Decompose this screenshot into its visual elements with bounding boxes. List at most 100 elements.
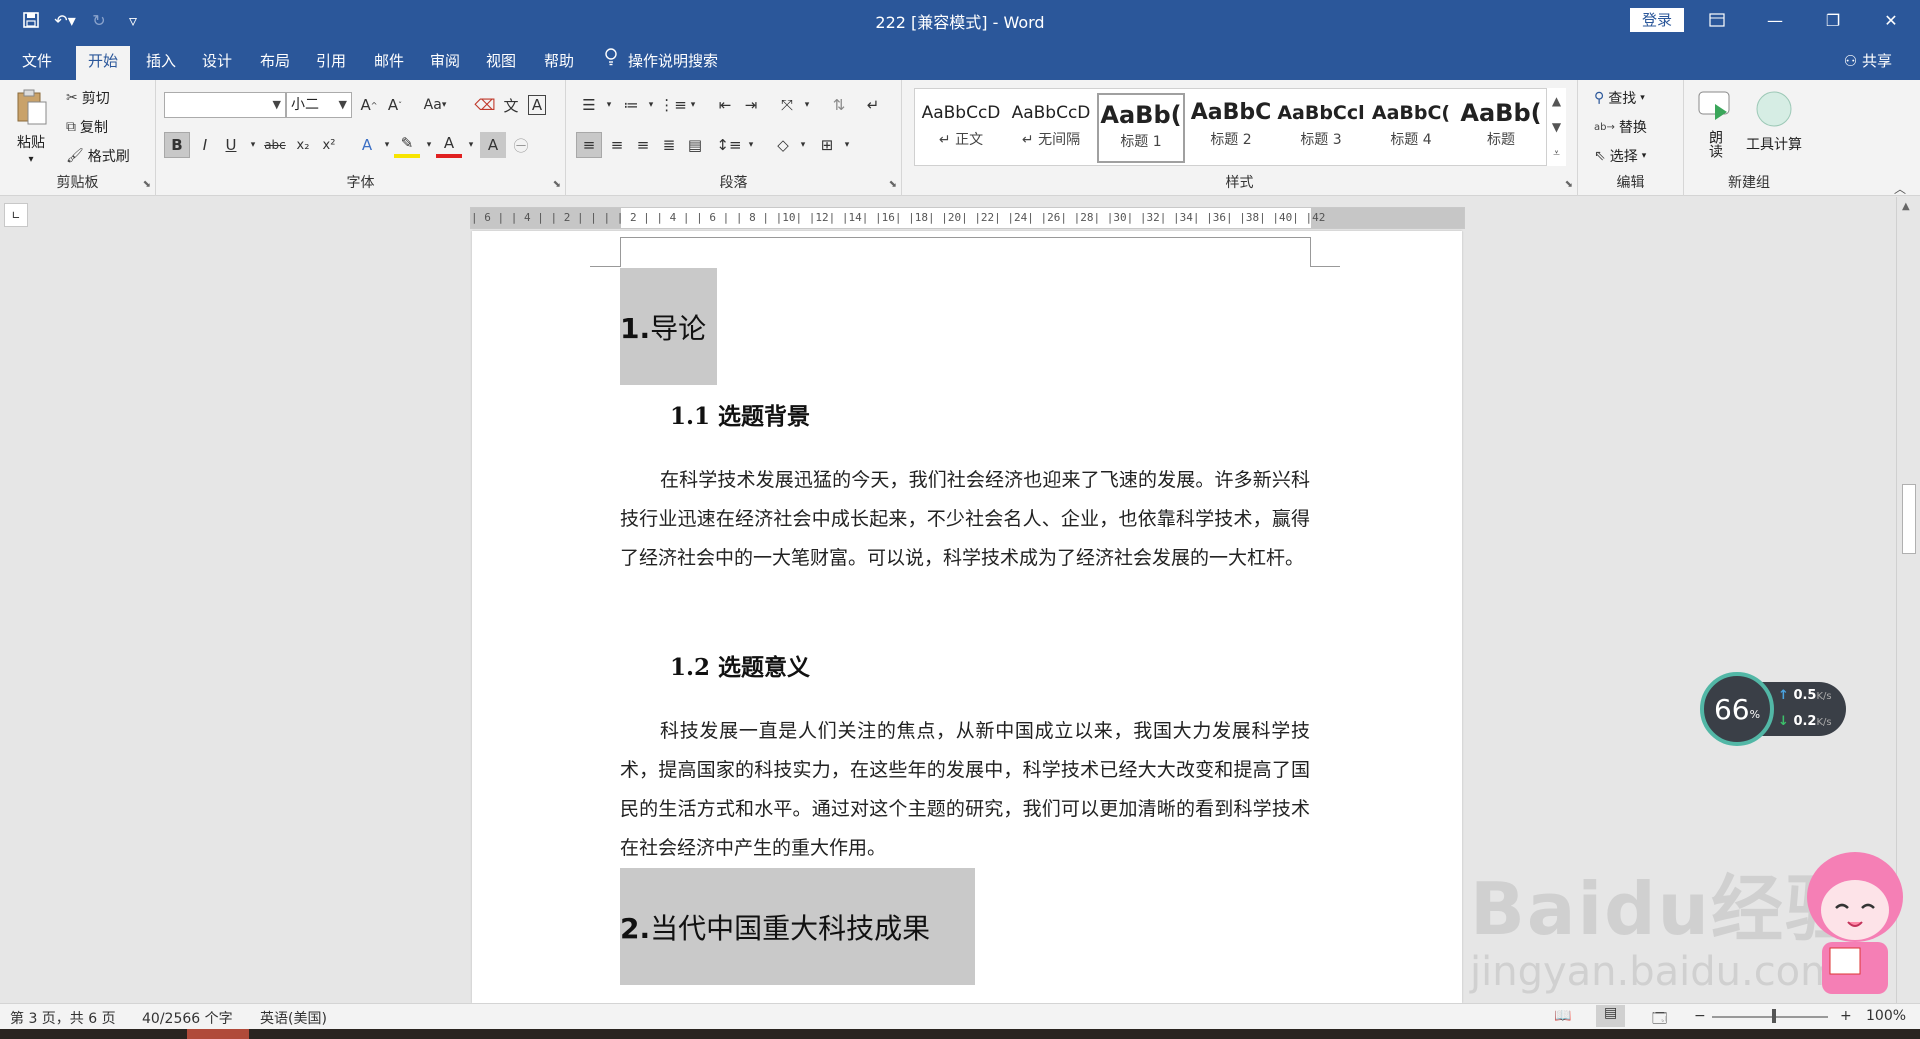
paragraph-significance[interactable]: 科技发展一直是人们关注的焦点，从新中国成立以来，我国大力发展科学技术，提高国家的… bbox=[620, 712, 1310, 868]
tab-design[interactable]: 设计 bbox=[192, 46, 242, 80]
find-button[interactable]: ⚲ 查找 ▾ bbox=[1594, 88, 1645, 108]
word-count[interactable]: 40/2566 个字 bbox=[142, 1008, 233, 1028]
tab-home[interactable]: 开始 bbox=[76, 46, 130, 80]
close-icon[interactable]: ✕ bbox=[1868, 0, 1914, 40]
replace-button[interactable]: ab→ 替换 bbox=[1594, 117, 1647, 137]
dialog-launcher-icon[interactable]: ⬊ bbox=[1565, 179, 1573, 190]
align-center-icon[interactable]: ≡ bbox=[604, 132, 630, 158]
chevron-down-icon[interactable]: ▾ bbox=[790, 132, 816, 158]
cut-button[interactable]: ✂ 剪切 bbox=[66, 88, 110, 108]
scroll-up-icon[interactable]: ▲ bbox=[1902, 201, 1910, 212]
page-count[interactable]: 第 3 页，共 6 页 bbox=[10, 1008, 116, 1028]
style-heading-1[interactable]: AaBb( 标题 1 bbox=[1097, 93, 1185, 163]
tab-layout[interactable]: 布局 bbox=[250, 46, 300, 80]
font-name-combo[interactable]: ▼ bbox=[164, 92, 286, 118]
heading-2-background[interactable]: 1.1 选题背景 bbox=[670, 397, 810, 431]
styles-scroll-up-icon[interactable]: ▲ bbox=[1546, 88, 1566, 114]
subscript-icon[interactable]: x₂ bbox=[290, 132, 316, 158]
heading-2-significance[interactable]: 1.2 选题意义 bbox=[670, 648, 810, 682]
tab-review[interactable]: 审阅 bbox=[420, 46, 470, 80]
grow-font-icon[interactable]: A ^ bbox=[356, 92, 382, 118]
tab-help[interactable]: 帮助 bbox=[534, 46, 584, 80]
document-page[interactable]: 1.导论 1.1 选题背景 在科学技术发展迅猛的今天，我们社会经济也迎来了飞速的… bbox=[472, 231, 1462, 1003]
superscript-icon[interactable]: x² bbox=[316, 132, 342, 158]
taskbar-active-app[interactable] bbox=[187, 1029, 249, 1039]
strikethrough-icon[interactable]: abc bbox=[262, 132, 288, 158]
tool-calc-button[interactable]: 工具计算 bbox=[1746, 90, 1802, 154]
zoom-level[interactable]: 100% bbox=[1866, 1008, 1906, 1024]
character-shading-icon[interactable]: A bbox=[480, 132, 506, 158]
select-button[interactable]: ⇖ 选择 ▾ bbox=[1594, 146, 1646, 166]
tab-file[interactable]: 文件 bbox=[12, 46, 62, 80]
justify-icon[interactable]: ≣ bbox=[656, 132, 682, 158]
clear-formatting-icon[interactable]: ⌫ bbox=[472, 92, 498, 118]
style-heading-2[interactable]: AaBbC 标题 2 bbox=[1187, 93, 1275, 163]
chevron-down-icon: ▼ bbox=[338, 98, 347, 111]
style-heading-3[interactable]: AaBbCcl 标题 3 bbox=[1277, 93, 1365, 163]
language[interactable]: 英语(美国) bbox=[260, 1008, 327, 1028]
zoom-slider-thumb[interactable] bbox=[1772, 1009, 1776, 1023]
character-border-icon[interactable]: A bbox=[524, 92, 550, 118]
enclose-characters-icon[interactable]: ㊀ bbox=[508, 132, 534, 158]
style-name: 标题 3 bbox=[1300, 132, 1342, 148]
tab-references[interactable]: 引用 bbox=[306, 46, 356, 80]
decrease-indent-icon[interactable]: ⇤ bbox=[712, 92, 738, 118]
login-button[interactable]: 登录 bbox=[1630, 8, 1684, 32]
save-icon[interactable] bbox=[16, 5, 46, 35]
ribbon-display-options-icon[interactable] bbox=[1694, 0, 1740, 40]
dialog-launcher-icon[interactable]: ⬊ bbox=[143, 179, 151, 190]
chevron-down-icon[interactable]: ▾ bbox=[680, 92, 706, 118]
style-heading-4[interactable]: AaBbC( 标题 4 bbox=[1367, 93, 1455, 163]
heading-number: 1. bbox=[620, 312, 651, 345]
change-case-button[interactable]: Aa ▾ bbox=[418, 92, 452, 118]
heading-1[interactable]: 1.导论 bbox=[620, 307, 706, 347]
increase-indent-icon[interactable]: ⇥ bbox=[738, 92, 764, 118]
format-painter-button[interactable]: 🖌 格式刷 bbox=[66, 146, 130, 166]
undo-icon[interactable]: ↶▾ bbox=[50, 5, 80, 35]
sort-icon[interactable]: ⇅ bbox=[826, 92, 852, 118]
chevron-down-icon[interactable]: ▾ bbox=[834, 132, 860, 158]
tell-me-search[interactable]: 操作说明搜索 bbox=[604, 46, 718, 76]
style-normal[interactable]: AaBbCcD ↵ 正文 bbox=[917, 93, 1005, 163]
dialog-launcher-icon[interactable]: ⬊ bbox=[889, 179, 897, 190]
collapse-ribbon-icon[interactable]: ︿ bbox=[1894, 180, 1906, 197]
minimize-icon[interactable]: — bbox=[1752, 0, 1798, 40]
tab-view[interactable]: 视图 bbox=[476, 46, 526, 80]
zoom-in-icon[interactable]: + bbox=[1840, 1008, 1852, 1024]
paste-button[interactable]: 粘贴 ▾ bbox=[14, 88, 48, 165]
heading-1-achievements[interactable]: 2.当代中国重大科技成果 bbox=[620, 907, 930, 947]
dialog-launcher-icon[interactable]: ⬊ bbox=[553, 179, 561, 190]
redo-icon[interactable]: ↻ bbox=[84, 5, 114, 35]
read-mode-icon[interactable]: 📖 bbox=[1554, 1008, 1571, 1024]
phonetic-guide-icon[interactable]: 文 bbox=[498, 92, 524, 118]
tab-insert[interactable]: 插入 bbox=[136, 46, 186, 80]
align-left-icon[interactable]: ≡ bbox=[576, 132, 602, 158]
chevron-down-icon[interactable]: ▾ bbox=[794, 92, 820, 118]
network-speed-widget[interactable]: 66% ↑ 0.5K/s ↓ 0.2K/s bbox=[1700, 672, 1848, 746]
show-marks-icon[interactable]: ↵ bbox=[860, 92, 886, 118]
tab-mailings[interactable]: 邮件 bbox=[364, 46, 414, 80]
bold-icon[interactable]: B bbox=[164, 132, 190, 158]
distributed-icon[interactable]: ▤ bbox=[682, 132, 708, 158]
styles-scroll-down-icon[interactable]: ▼ bbox=[1546, 114, 1566, 140]
font-size-combo[interactable]: 小二 ▼ bbox=[286, 92, 352, 118]
shrink-font-icon[interactable]: Aˇ bbox=[382, 92, 408, 118]
share-button[interactable]: ⚇ 共享 bbox=[1844, 46, 1892, 76]
read-aloud-button[interactable]: 朗读 bbox=[1698, 90, 1730, 158]
style-no-spacing[interactable]: AaBbCcD ↵ 无间隔 bbox=[1007, 93, 1095, 163]
italic-icon[interactable]: I bbox=[192, 132, 218, 158]
align-right-icon[interactable]: ≡ bbox=[630, 132, 656, 158]
style-title[interactable]: AaBb( 标题 bbox=[1455, 93, 1547, 163]
customize-qat-icon[interactable]: ▿ bbox=[118, 5, 148, 35]
scrollbar-thumb[interactable] bbox=[1902, 484, 1916, 554]
zoom-slider[interactable] bbox=[1712, 1016, 1828, 1018]
restore-icon[interactable]: ❐ bbox=[1810, 0, 1856, 40]
copy-button[interactable]: ⧉ 复制 bbox=[66, 117, 108, 137]
horizontal-ruler[interactable]: | 6 | | 4 | | 2 | | | | 2 | | 4 | | 6 | … bbox=[470, 207, 1465, 229]
tab-selector-icon[interactable]: ∟ bbox=[4, 203, 28, 227]
print-layout-icon[interactable]: ▤ bbox=[1596, 1005, 1626, 1027]
paragraph-background[interactable]: 在科学技术发展迅猛的今天，我们社会经济也迎来了飞速的发展。许多新兴科技行业迅速在… bbox=[620, 461, 1310, 578]
styles-more-icon[interactable]: ⩡ bbox=[1546, 140, 1566, 166]
zoom-out-icon[interactable]: − bbox=[1694, 1008, 1706, 1024]
chevron-down-icon[interactable]: ▾ bbox=[738, 132, 764, 158]
